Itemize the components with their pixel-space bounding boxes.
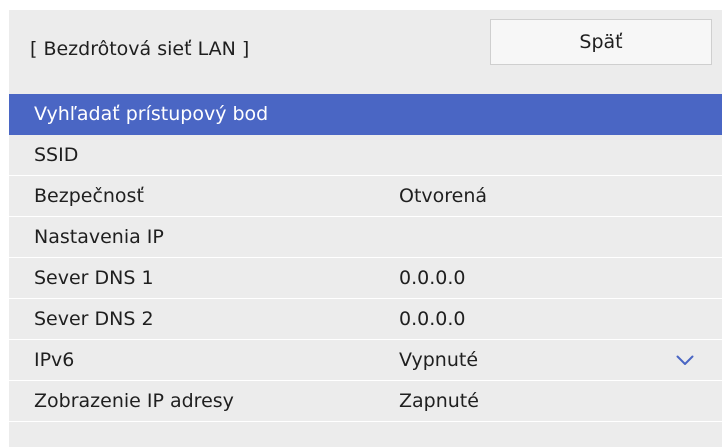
menu-item-label: Sever DNS 1 <box>34 267 154 289</box>
menu-item-dns-server-1[interactable]: Sever DNS 1 0.0.0.0 <box>9 258 722 299</box>
menu-item-value: Otvorená <box>399 185 488 207</box>
menu-item-search-access-point[interactable]: Vyhľadať prístupový bod <box>9 94 722 135</box>
menu-item-label: Vyhľadať prístupový bod <box>34 103 269 125</box>
menu-item-value: Vypnuté <box>399 349 479 371</box>
menu-item-value: 0.0.0.0 <box>399 267 466 289</box>
menu-item-value: 0.0.0.0 <box>399 308 466 330</box>
menu-item-ip-settings[interactable]: Nastavenia IP <box>9 217 722 258</box>
menu-item-label: Zobrazenie IP adresy <box>34 390 234 412</box>
wireless-lan-panel: [ Bezdrôtová sieť LAN ] Späť Vyhľadať pr… <box>9 10 722 447</box>
page-title: [ Bezdrôtová sieť LAN ] <box>30 38 250 60</box>
menu-item-dns-server-2[interactable]: Sever DNS 2 0.0.0.0 <box>9 299 722 340</box>
menu-item-ip-address-display[interactable]: Zobrazenie IP adresy Zapnuté <box>9 381 722 422</box>
panel-header: [ Bezdrôtová sieť LAN ] Späť <box>9 10 722 91</box>
menu-item-label: Bezpečnosť <box>34 185 144 207</box>
menu-item-ipv6[interactable]: IPv6 Vypnuté <box>9 340 722 381</box>
menu-item-value: Zapnuté <box>399 390 479 412</box>
chevron-down-icon[interactable] <box>676 355 694 366</box>
menu-item-label: SSID <box>34 144 79 166</box>
menu-item-label: Sever DNS 2 <box>34 308 154 330</box>
menu-item-label: Nastavenia IP <box>34 226 164 248</box>
menu-item-ssid[interactable]: SSID <box>9 135 722 176</box>
back-button[interactable]: Späť <box>490 19 712 65</box>
menu-item-label: IPv6 <box>34 349 75 371</box>
menu-item-security[interactable]: Bezpečnosť Otvorená <box>9 176 722 217</box>
